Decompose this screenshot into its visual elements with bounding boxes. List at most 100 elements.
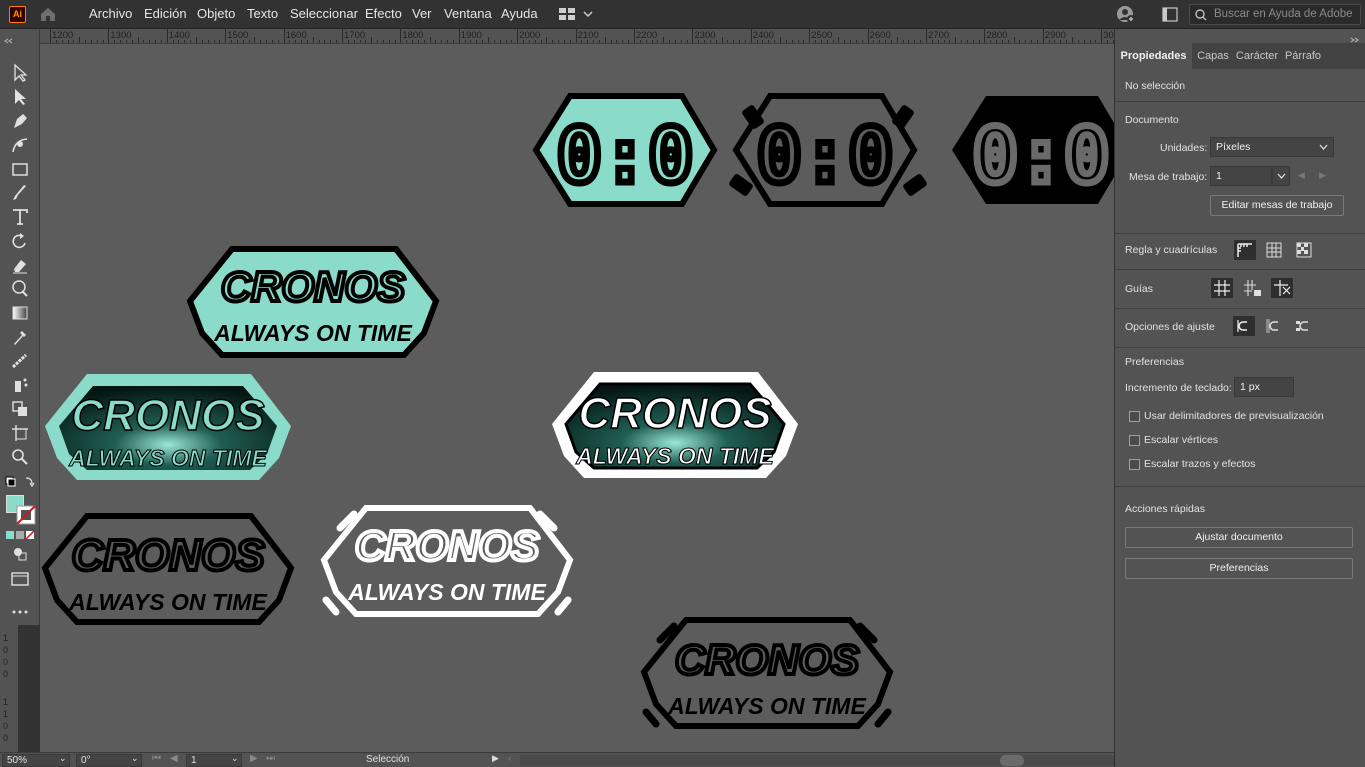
ruler-tick-label: 2400	[752, 30, 774, 41]
next-artboard-icon[interactable]: ▶	[1319, 170, 1326, 181]
selection-tool-icon[interactable]	[10, 63, 30, 83]
rectangle-tool-icon[interactable]	[10, 159, 30, 179]
snap-to-pixel-icon[interactable]	[1263, 316, 1285, 336]
ruler-minor-tick	[371, 37, 373, 43]
last-artboard-icon[interactable]: ⏭	[266, 753, 275, 764]
tab-parrafo[interactable]: Párrafo	[1280, 43, 1326, 69]
artboard-select[interactable]: 1 ⌄	[186, 753, 242, 767]
smart-guides-icon[interactable]	[1271, 278, 1293, 298]
artboard-select[interactable]: 1	[1210, 166, 1272, 186]
arrange-documents-icon[interactable]	[1162, 7, 1178, 22]
direct-selection-tool-icon[interactable]	[10, 87, 30, 107]
cronos-badge-white[interactable]: CRONOS ALWAYS ON TIME	[324, 508, 570, 614]
ruler-major-tick	[1042, 29, 1044, 43]
type-tool-icon[interactable]	[10, 207, 30, 227]
toolbar-collapse-handle[interactable]	[4, 32, 36, 44]
user-account-icon[interactable]	[1116, 5, 1136, 24]
watch-logo-black[interactable]: 0:0	[952, 96, 1114, 204]
stroke-none-swatch[interactable]	[16, 505, 36, 525]
cronos-badge-black-outline[interactable]: CRONOS ALWAYS ON TIME	[45, 516, 291, 622]
previous-artboard-icon[interactable]: ◀	[170, 753, 178, 764]
menu-objeto[interactable]: Objeto	[197, 6, 235, 21]
ruler-tick-label: 2600	[869, 30, 891, 41]
rotate-tool-icon[interactable]	[10, 231, 30, 251]
snap-to-glyph-icon[interactable]	[1293, 316, 1315, 336]
eyedropper-tool-icon[interactable]	[10, 327, 30, 347]
edit-artboards-button[interactable]: Editar mesas de trabajo	[1210, 195, 1344, 216]
artwork-svg[interactable]: 0:0 0:0 0:0 CRONOS ALWAYS ON TIME CRONOS	[40, 44, 1114, 752]
cronos-badge-mint[interactable]: CRONOS ALWAYS ON TIME	[190, 249, 436, 355]
rotation-select[interactable]: 0° ⌄	[76, 753, 142, 767]
color-mode-icons[interactable]	[6, 530, 36, 540]
ruler-tick-label: 2200	[636, 30, 658, 41]
rulers-toggle-icon[interactable]	[1234, 240, 1256, 260]
ruler-major-tick	[750, 29, 752, 43]
previous-artboard-icon[interactable]: ◀	[1298, 170, 1305, 181]
zoom-select[interactable]: 50% ⌄	[2, 753, 70, 767]
watch-logo-mint[interactable]: 0:0	[536, 96, 714, 204]
edit-toolbar-icon[interactable]	[11, 603, 31, 614]
status-menu-arrow-icon[interactable]: ▶	[492, 753, 499, 764]
vertical-ruler[interactable]: 1 0 0 0 1 1 0 0	[0, 625, 18, 752]
preferences-button[interactable]: Preferencias	[1125, 558, 1353, 579]
next-artboard-icon[interactable]: ▶	[250, 753, 258, 764]
zoom-tool-icon[interactable]	[10, 447, 30, 467]
menu-efecto[interactable]: Efecto	[365, 6, 402, 21]
ruler-major-tick	[575, 29, 577, 43]
blend-tool-icon[interactable]	[10, 351, 30, 371]
fit-document-button[interactable]: Ajustar documento	[1125, 527, 1353, 548]
ruler-tick-label: 0	[3, 733, 9, 743]
screen-mode-icon[interactable]	[10, 569, 30, 589]
menu-edicion[interactable]: Edición	[144, 6, 187, 21]
scroll-left-icon[interactable]: ‹	[508, 753, 511, 763]
ruler-major-tick	[400, 29, 402, 43]
badge-subtitle: ALWAYS ON TIME	[68, 445, 267, 471]
menu-seleccionar[interactable]: Seleccionar	[290, 6, 358, 21]
menu-ventana[interactable]: Ventana	[444, 6, 492, 21]
shape-builder-tool-icon[interactable]	[10, 399, 30, 419]
menu-archivo[interactable]: Archivo	[89, 6, 132, 21]
scrollbar-thumb[interactable]	[1000, 755, 1024, 766]
ruler-minor-tick	[312, 37, 314, 43]
watch-logo-outline[interactable]: 0:0	[728, 96, 928, 204]
swap-colors-icon[interactable]	[4, 475, 36, 489]
workspace-switcher-icon[interactable]	[559, 7, 595, 21]
show-guides-icon[interactable]	[1211, 278, 1233, 298]
tab-propiedades[interactable]: Propiedades	[1115, 43, 1192, 69]
lock-guides-icon[interactable]	[1241, 278, 1263, 298]
ruler-tick-label: 1400	[168, 30, 190, 41]
units-select[interactable]: Píxeles	[1210, 137, 1334, 157]
pen-tool-icon[interactable]	[10, 111, 30, 131]
horizontal-ruler[interactable]: 1200 1300 1400 1500 1600 1700 1800 1900 2000 2100…	[40, 29, 1114, 44]
artboard-tool-icon[interactable]	[10, 423, 30, 443]
warp-tool-icon[interactable]	[10, 279, 30, 299]
menu-ver[interactable]: Ver	[412, 6, 432, 21]
gradient-tool-icon[interactable]	[10, 303, 30, 323]
eraser-tool-icon[interactable]	[10, 255, 30, 275]
tab-caracter[interactable]: Carácter	[1234, 43, 1280, 69]
menu-texto[interactable]: Texto	[247, 6, 278, 21]
cronos-badge-black-brackets[interactable]: CRONOS ALWAYS ON TIME	[644, 620, 890, 726]
horizontal-scrollbar[interactable]	[520, 755, 1114, 766]
symbol-sprayer-tool-icon[interactable]	[10, 375, 30, 395]
grid-toggle-icon[interactable]	[1263, 240, 1285, 260]
cronos-badge-white-glow[interactable]: CRONOS ALWAYS ON TIME	[552, 372, 798, 478]
artboard-dropdown[interactable]	[1272, 166, 1290, 186]
panel-collapse-icon[interactable]	[1348, 31, 1364, 43]
menu-ayuda[interactable]: Ayuda	[501, 6, 538, 21]
preview-bounds-checkbox[interactable]	[1129, 411, 1140, 422]
home-icon[interactable]	[39, 6, 57, 22]
cronos-badge-mint-glow[interactable]: CRONOS ALWAYS ON TIME	[45, 374, 291, 480]
keyboard-increment-input[interactable]: 1 px	[1234, 377, 1294, 397]
first-artboard-icon[interactable]: ⏮	[152, 753, 161, 764]
brush-tool-icon[interactable]	[10, 183, 30, 203]
artboard-canvas[interactable]: 0:0 0:0 0:0 CRONOS ALWAYS ON TIME CRONOS	[40, 44, 1114, 752]
draw-mode-icon[interactable]	[10, 543, 30, 563]
scale-corners-checkbox[interactable]	[1129, 435, 1140, 446]
help-search-input[interactable]: Buscar en Ayuda de Adobe	[1189, 4, 1361, 25]
snap-to-point-icon[interactable]	[1233, 316, 1255, 336]
scale-strokes-checkbox[interactable]	[1129, 459, 1140, 470]
transparency-grid-icon[interactable]	[1293, 240, 1315, 260]
tab-capas[interactable]: Capas	[1192, 43, 1234, 69]
curvature-tool-icon[interactable]	[10, 135, 30, 155]
